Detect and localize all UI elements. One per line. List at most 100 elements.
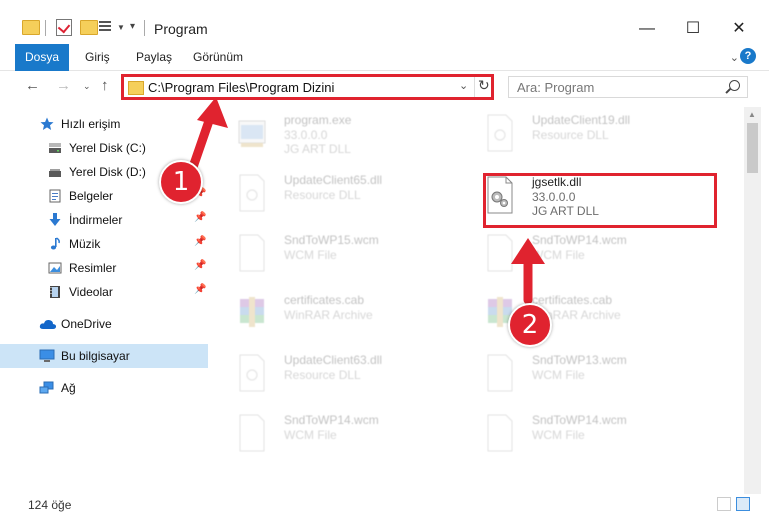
sidebar-item-onedrive[interactable]: OneDrive — [0, 312, 208, 336]
file-item[interactable]: UpdateClient19.dll Resource DLL — [464, 107, 704, 163]
file-icon — [239, 174, 265, 212]
customize-toolbar-icon[interactable]: ▾ — [130, 21, 135, 32]
file-item[interactable]: SndToWP15.wcm WCM File — [216, 227, 456, 283]
properties-icon[interactable] — [99, 19, 113, 34]
file-item[interactable]: SndToWP14.wcm WCM File — [464, 227, 704, 283]
search-box[interactable]: Ara: Program — [508, 76, 748, 98]
expand-ribbon-icon[interactable]: ⌄ — [730, 51, 739, 64]
file-item[interactable]: SndToWP14.wcm WCM File — [464, 407, 704, 463]
cloud-icon — [39, 319, 57, 329]
navigation-bar: ← → ⌄ ↑ C:\Program Files\Program Dizini … — [0, 71, 769, 105]
close-button[interactable]: ✕ — [716, 14, 762, 44]
up-arrow-icon[interactable]: ↑ — [101, 77, 109, 94]
file-icon — [487, 354, 513, 392]
help-icon[interactable]: ? — [740, 48, 756, 64]
file-icon — [487, 234, 513, 272]
videos-icon — [50, 286, 60, 298]
sidebar-item-label: Ağ — [61, 381, 76, 395]
step-badge: 2 — [508, 303, 552, 347]
minimize-button[interactable]: — — [624, 14, 670, 44]
back-arrow-icon[interactable]: ← — [25, 77, 40, 94]
file-icon — [487, 414, 513, 452]
drive-icon — [49, 143, 61, 153]
pin-icon[interactable]: 📌 — [194, 212, 206, 223]
file-item[interactable]: certificates.cab WinRAR Archive — [464, 287, 704, 343]
vertical-scrollbar[interactable]: ▲ — [744, 107, 761, 497]
music-icon — [50, 237, 60, 250]
maximize-button[interactable]: ☐ — [670, 14, 716, 44]
file-detail: WinRAR Archive — [284, 308, 373, 322]
highlight-box — [483, 173, 717, 228]
scroll-up-icon[interactable]: ▲ — [748, 110, 756, 119]
file-item[interactable]: program.exe 33.0.0.0 JG ART DLL — [216, 107, 456, 163]
tab-share[interactable]: Paylaş — [124, 44, 184, 70]
sidebar-item-label: Yerel Disk (D:) — [69, 165, 146, 179]
file-name: certificates.cab — [532, 293, 613, 307]
address-bar[interactable]: C:\Program Files\Program Dizini ⌄ ↻ — [121, 74, 494, 100]
file-detail: WCM File — [284, 428, 337, 442]
file-detail: WCM File — [284, 248, 337, 262]
sidebar-item-quick-access[interactable]: Hızlı erişim — [0, 112, 208, 136]
title-bar: ▼ ▾ Program — ☐ ✕ — [0, 0, 769, 44]
file-icon — [487, 114, 513, 152]
file-item[interactable]: certificates.cab WinRAR Archive — [216, 287, 456, 343]
file-detail: JG ART DLL — [284, 142, 351, 156]
file-detail: WCM File — [532, 368, 585, 382]
sidebar-item-music[interactable]: Müzik 📌 — [0, 232, 208, 256]
file-detail: Resource DLL — [284, 368, 361, 382]
sidebar-item-local-disk-c[interactable]: Yerel Disk (C:) — [0, 136, 208, 160]
sidebar-item-pictures[interactable]: Resimler 📌 — [0, 256, 208, 280]
search-icon[interactable] — [729, 80, 740, 91]
documents-icon — [49, 189, 61, 203]
new-folder-icon[interactable] — [80, 20, 98, 35]
file-name: SndToWP14.wcm — [532, 413, 627, 427]
refresh-icon[interactable]: ↻ — [478, 77, 490, 94]
file-name: SndToWP15.wcm — [284, 233, 379, 247]
pin-icon[interactable]: 📌 — [194, 236, 206, 247]
sidebar-item-label: Bu bilgisayar — [61, 349, 130, 363]
tab-home[interactable]: Giriş — [73, 44, 122, 70]
pin-icon[interactable]: 📌 — [194, 260, 206, 271]
file-icon — [239, 414, 265, 452]
tab-view[interactable]: Görünüm — [181, 44, 255, 70]
file-name: UpdateClient63.dll — [284, 353, 383, 367]
search-input[interactable]: Ara: Program — [517, 80, 594, 95]
drive-icon — [49, 169, 61, 177]
forward-arrow-icon[interactable]: → — [56, 77, 71, 94]
address-path[interactable]: C:\Program Files\Program Dizini — [148, 80, 334, 95]
archive-icon — [240, 297, 264, 327]
file-item[interactable]: SndToWP13.wcm WCM File — [464, 347, 704, 403]
file-item[interactable]: UpdateClient65.dll Resource DLL — [216, 167, 456, 223]
sidebar-item-videos[interactable]: Videolar 📌 — [0, 280, 208, 304]
ribbon-tabs: Dosya Giriş Paylaş Görünüm ⌄ ? — [0, 44, 769, 100]
file-name: UpdateClient65.dll — [284, 173, 383, 187]
properties-check-icon[interactable] — [56, 19, 72, 36]
file-name: SndToWP13.wcm — [532, 353, 627, 367]
details-view-icon[interactable] — [717, 497, 731, 511]
folder-icon — [128, 81, 144, 95]
address-history-chevron-icon[interactable]: ⌄ — [459, 79, 468, 92]
file-item[interactable]: UpdateClient63.dll Resource DLL — [216, 347, 456, 403]
sidebar-item-label: Hızlı erişim — [61, 117, 121, 131]
sidebar-item-label: Müzik — [69, 237, 101, 251]
file-name: certificates.cab — [284, 293, 365, 307]
chevron-down-icon[interactable]: ▼ — [117, 23, 125, 32]
separator — [45, 20, 46, 36]
file-list: program.exe 33.0.0.0 JG ART DLL UpdateCl… — [216, 107, 744, 497]
recent-locations-chevron-icon[interactable]: ⌄ — [83, 81, 91, 92]
sidebar-item-label: Yerel Disk (C:) — [69, 141, 146, 155]
sidebar-item-label: Belgeler — [69, 189, 114, 203]
file-name: SndToWP14.wcm — [532, 233, 627, 247]
file-name: SndToWP14.wcm — [284, 413, 379, 427]
sidebar-item-label: Videolar — [69, 285, 113, 299]
status-bar: 124 öğe — [0, 494, 769, 516]
sidebar-item-this-pc[interactable]: Bu bilgisayar — [0, 344, 208, 368]
file-item[interactable]: SndToWP14.wcm WCM File — [216, 407, 456, 463]
sidebar-item-downloads[interactable]: İndirmeler 📌 — [0, 208, 208, 232]
scrollbar-thumb[interactable] — [747, 123, 758, 173]
pin-icon[interactable]: 📌 — [194, 284, 206, 295]
separator — [474, 77, 475, 97]
sidebar-item-network[interactable]: Ağ — [0, 376, 208, 400]
file-detail: WCM File — [532, 428, 585, 442]
tiles-view-icon[interactable] — [736, 497, 750, 511]
